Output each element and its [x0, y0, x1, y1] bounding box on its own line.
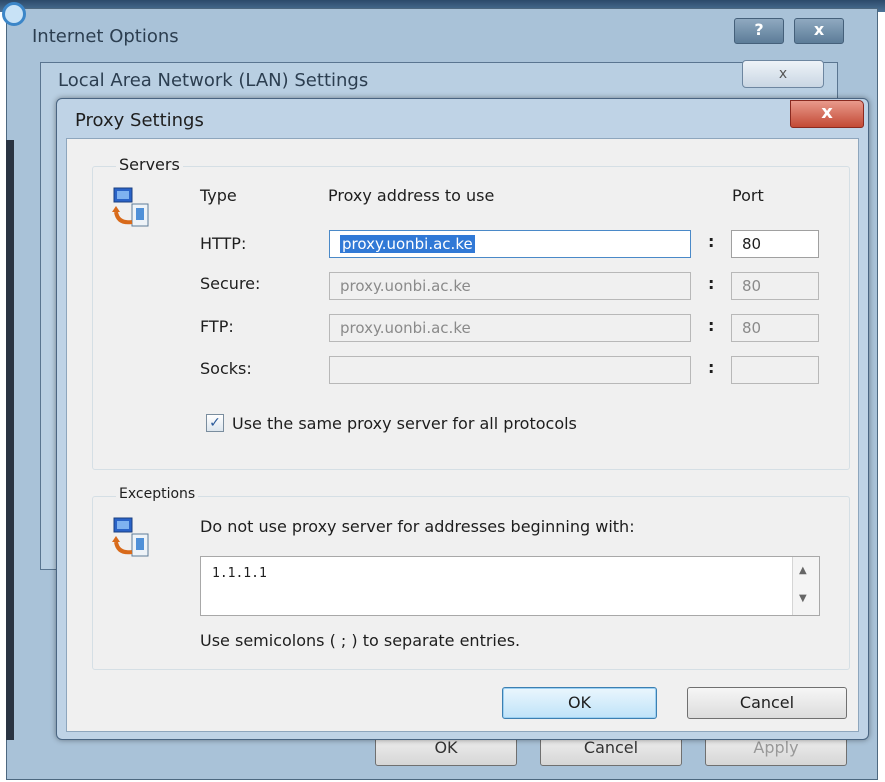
- exceptions-instruction: Do not use proxy server for addresses be…: [200, 517, 635, 536]
- help-button[interactable]: ?: [734, 18, 784, 44]
- ftp-label: FTP:: [200, 317, 234, 336]
- network-computer-icon: [112, 517, 149, 557]
- ftp-port-field[interactable]: 80: [731, 314, 819, 342]
- network-computer-icon: [112, 187, 149, 227]
- socks-colon: :: [708, 358, 715, 377]
- ok-button[interactable]: OK: [502, 687, 657, 719]
- same-proxy-checkbox[interactable]: ✓: [206, 414, 224, 432]
- type-column-header: Type: [200, 186, 237, 205]
- secure-label: Secure:: [200, 274, 261, 293]
- exceptions-group-label: Exceptions: [116, 486, 199, 502]
- window-edge: [6, 140, 14, 740]
- cancel-button[interactable]: Cancel: [687, 687, 847, 719]
- internet-explorer-icon: [2, 2, 26, 26]
- socks-proxy-address-field[interactable]: [329, 356, 691, 384]
- exceptions-scrollbar[interactable]: ▲ ▼: [792, 557, 819, 615]
- secure-colon: :: [708, 274, 715, 293]
- dialog-title: Proxy Settings: [75, 110, 204, 131]
- http-port-field[interactable]: 80: [731, 230, 819, 258]
- ftp-colon: :: [708, 316, 715, 335]
- http-label: HTTP:: [200, 234, 247, 253]
- lan-settings-title: Local Area Network (LAN) Settings: [58, 70, 369, 91]
- servers-group-label: Servers: [116, 155, 183, 174]
- checkmark-icon: ✓: [209, 415, 221, 431]
- scroll-up-arrow-icon[interactable]: ▲: [799, 565, 807, 576]
- scroll-down-arrow-icon[interactable]: ▼: [799, 593, 807, 604]
- same-proxy-label[interactable]: Use the same proxy server for all protoc…: [232, 414, 577, 433]
- address-column-header: Proxy address to use: [328, 186, 495, 205]
- exceptions-value: 1.1.1.1: [212, 566, 267, 581]
- lan-settings-close-button[interactable]: x: [742, 60, 824, 88]
- http-colon: :: [708, 232, 715, 251]
- dialog-close-button[interactable]: x: [790, 100, 864, 128]
- ftp-proxy-address-field[interactable]: proxy.uonbi.ac.ke: [329, 314, 691, 342]
- port-column-header: Port: [732, 186, 764, 205]
- secure-proxy-address-field[interactable]: proxy.uonbi.ac.ke: [329, 272, 691, 300]
- internet-options-title: Internet Options: [32, 26, 179, 47]
- socks-label: Socks:: [200, 359, 252, 378]
- http-proxy-address-field[interactable]: proxy.uonbi.ac.ke: [329, 230, 691, 258]
- internet-options-close-button[interactable]: x: [794, 18, 844, 44]
- secure-port-field[interactable]: 80: [731, 272, 819, 300]
- exceptions-hint: Use semicolons ( ; ) to separate entries…: [200, 631, 521, 650]
- exceptions-textarea[interactable]: [200, 556, 820, 616]
- socks-port-field[interactable]: [731, 356, 819, 384]
